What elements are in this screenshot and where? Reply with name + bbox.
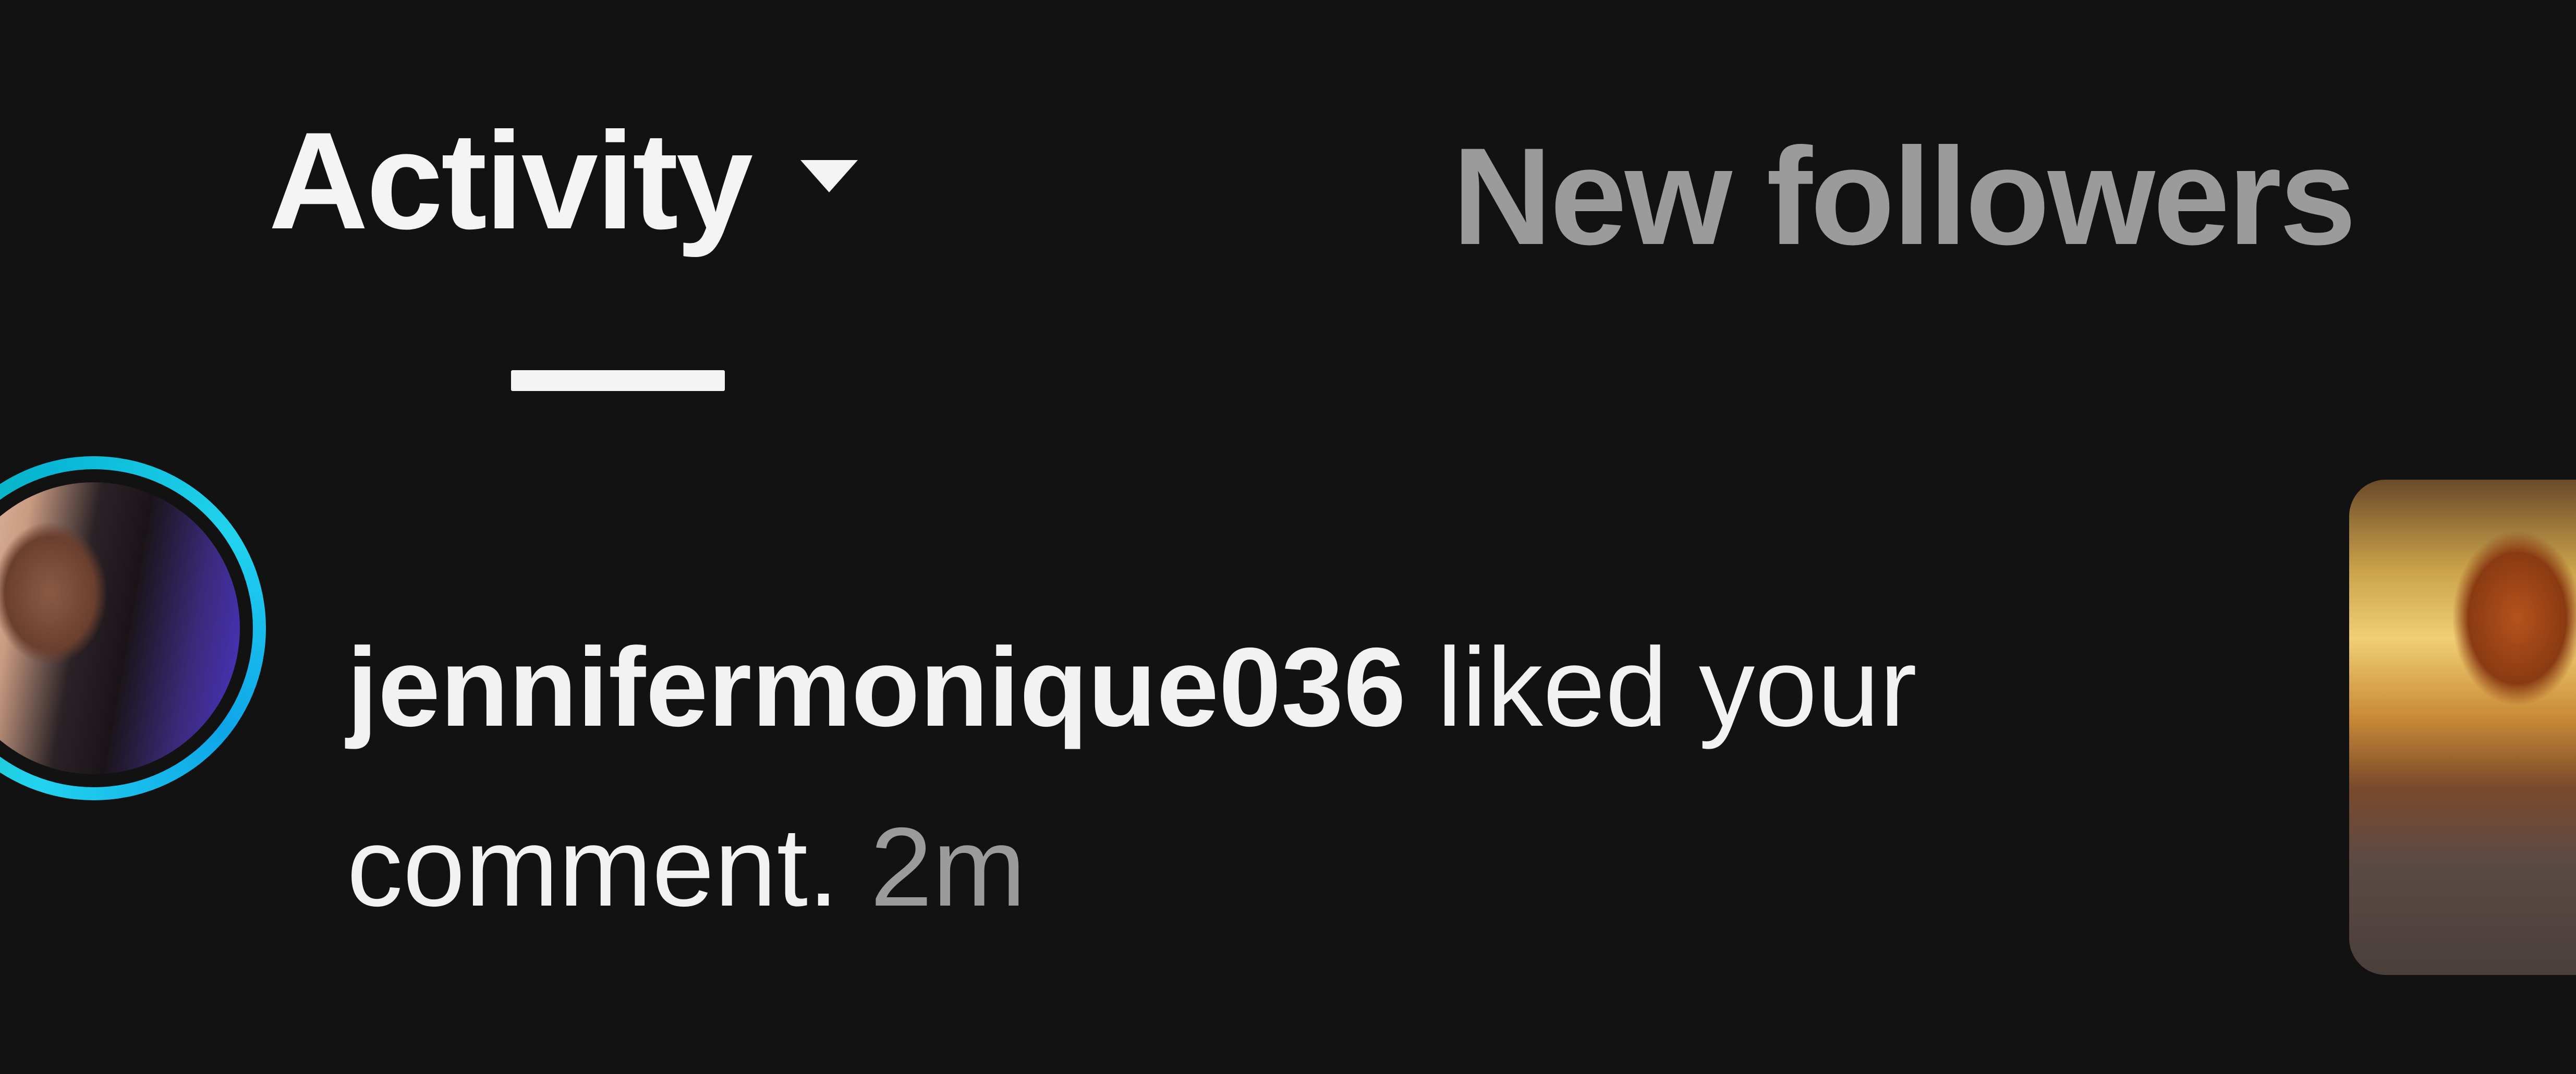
post-thumbnail[interactable] [2349, 480, 2576, 975]
avatar-photo [0, 482, 240, 774]
active-tab-indicator [511, 370, 725, 391]
notification-username[interactable]: jennifermonique036 [347, 624, 1406, 750]
notification-text: jennifermonique036 liked your comment. 2… [347, 597, 2120, 957]
notification-time: 2m [870, 804, 1026, 930]
tab-activity[interactable]: Activity [269, 112, 858, 250]
avatar[interactable] [0, 456, 266, 800]
caret-down-icon [800, 160, 858, 192]
tab-new-followers[interactable]: New followers [1452, 128, 2356, 266]
tab-activity-label: Activity [269, 104, 753, 258]
